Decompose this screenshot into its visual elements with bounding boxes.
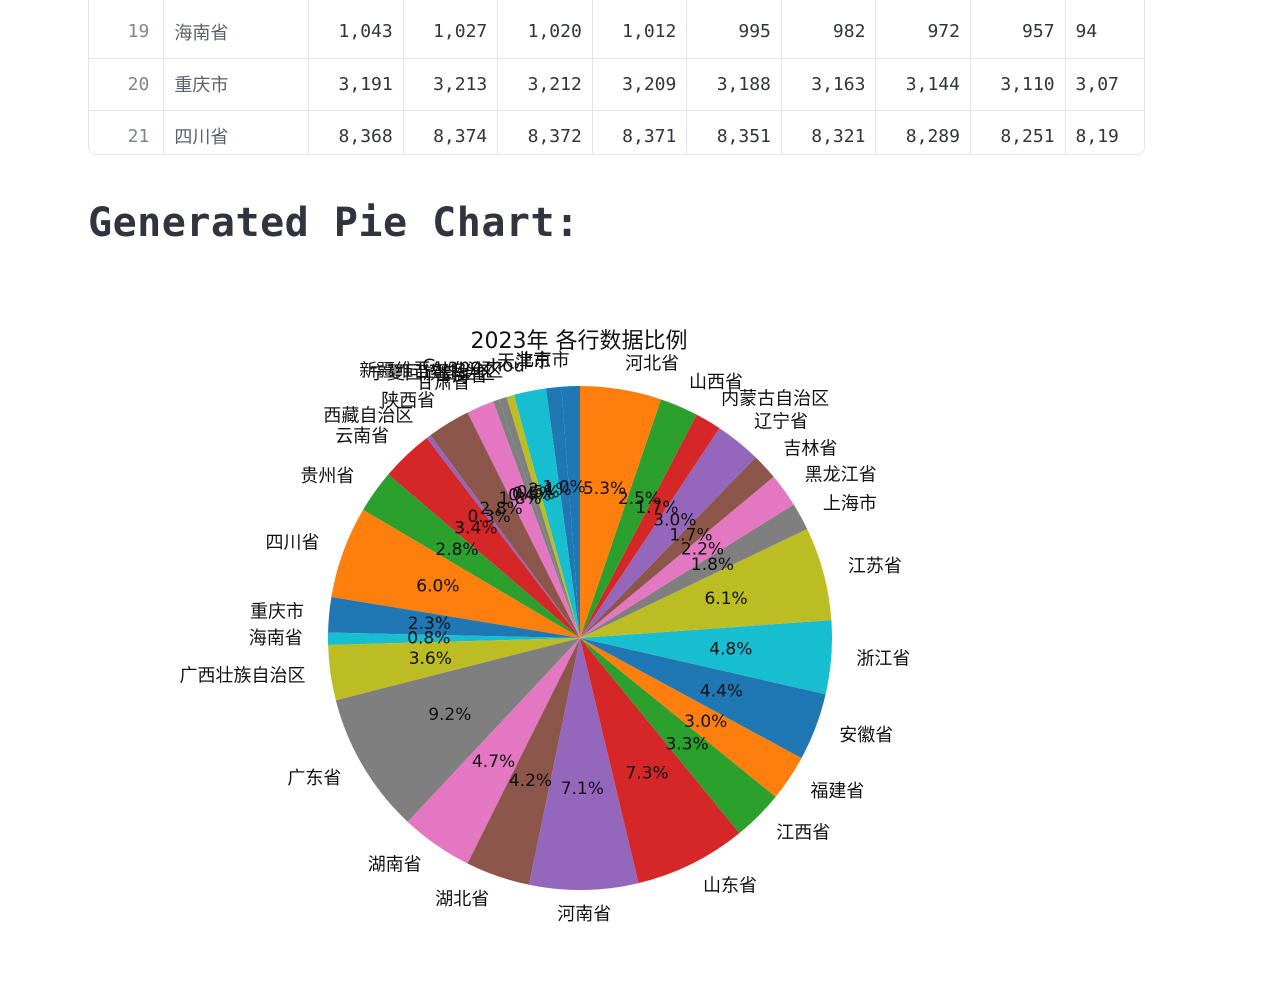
- value-cell: 1,027: [403, 0, 499, 59]
- slice-percent: 3.0%: [684, 712, 727, 732]
- slice-label: 重庆市: [250, 601, 304, 622]
- value-cell: 972: [875, 0, 971, 59]
- slice-label: 上海市: [823, 493, 877, 514]
- slice-percent: 5.3%: [583, 479, 626, 499]
- slice-label: 海南省: [249, 628, 303, 649]
- value-cell: 995: [686, 0, 782, 59]
- slice-percent: 9.2%: [428, 705, 471, 725]
- value-cell: 3,213: [403, 58, 499, 111]
- slice-label: 山东省: [703, 875, 757, 896]
- value-cell: 8,372: [497, 110, 593, 154]
- value-cell: 8,374: [403, 110, 499, 154]
- value-cell: 8,289: [875, 110, 971, 154]
- value-cell: 957: [970, 0, 1066, 59]
- slice-percent: 4.7%: [472, 752, 515, 772]
- slice-label: 广东省: [287, 768, 341, 789]
- value-cell: 8,321: [781, 110, 877, 154]
- value-cell: 982: [781, 0, 877, 59]
- pie-chart: 2023年 各行数据比例 北京市天津市Guangzhou新疆维吾尔自治区宁夏回族…: [180, 329, 911, 925]
- slice-label: 湖南省: [368, 855, 422, 876]
- value-cell: 3,144: [875, 58, 971, 111]
- value-cell: 8,19: [1065, 110, 1144, 154]
- value-cell: 8,371: [592, 110, 688, 154]
- slice-label: 辽宁省: [754, 411, 808, 432]
- slice-label: 安徽省: [839, 725, 893, 746]
- value-cell: 3,191: [308, 58, 404, 111]
- slice-label: 广西壮族自治区: [180, 665, 306, 686]
- value-cell: 3,163: [781, 58, 877, 111]
- province-cell: 四川省: [163, 110, 310, 154]
- value-cell: 3,110: [970, 58, 1066, 111]
- slice-percent: 3.4%: [454, 518, 497, 538]
- slice-label: 云南省: [335, 426, 389, 447]
- table-row: 21 四川省 8,368 8,374 8,372 8,371 8,351 8,321 8,289…: [89, 110, 1144, 154]
- slice-percent: 7.3%: [625, 764, 668, 784]
- slice-percent: 4.2%: [509, 771, 552, 791]
- slice-label: 山西省: [689, 372, 743, 393]
- slice-percent: 0.8%: [407, 629, 450, 649]
- slice-label: 河北省: [625, 354, 679, 375]
- data-table-body: 19 海南省 1,043 1,027 1,020 1,012 995 982 972 957 94 2…: [89, 0, 1144, 154]
- row-index: 20: [89, 58, 165, 111]
- chart-title: 2023年 各行数据比例: [471, 329, 688, 354]
- value-cell: 8,351: [686, 110, 782, 154]
- value-cell: 3,188: [686, 58, 782, 111]
- slice-label: 吉林省: [783, 439, 837, 460]
- slice-label: 西藏自治区: [323, 406, 413, 427]
- slice-label: 江西省: [776, 823, 830, 844]
- row-index: 19: [89, 0, 165, 59]
- value-cell: 3,209: [592, 58, 688, 111]
- slice-label: 江苏省: [848, 556, 902, 577]
- table-row: 19 海南省 1,043 1,027 1,020 1,012 995 982 972 957 94: [89, 0, 1144, 59]
- row-index: 21: [89, 110, 165, 154]
- data-table: 19 海南省 1,043 1,027 1,020 1,012 995 982 972 957 94 2…: [88, 0, 1145, 155]
- slice-percent: 7.1%: [561, 779, 604, 799]
- section-heading: Generated Pie Chart:: [88, 200, 580, 246]
- table-row: 20 重庆市 3,191 3,213 3,212 3,209 3,188 3,163 3,144…: [89, 58, 1144, 111]
- slice-label: 浙江省: [856, 648, 910, 669]
- slice-percent: 2.8%: [435, 540, 478, 560]
- slice-label: 湖北省: [435, 889, 489, 910]
- slice-percent: 4.8%: [709, 640, 752, 660]
- slice-percent: 6.0%: [416, 576, 459, 596]
- province-cell: 海南省: [163, 0, 310, 59]
- value-cell: 8,368: [308, 110, 404, 154]
- slice-label: 贵州省: [300, 466, 354, 487]
- slice-percent: 3.3%: [665, 735, 708, 755]
- value-cell: 8,251: [970, 110, 1066, 154]
- value-cell: 94: [1065, 0, 1144, 59]
- value-cell: 1,043: [308, 0, 404, 59]
- value-cell: 3,07: [1065, 58, 1144, 111]
- slice-percent: 4.4%: [700, 681, 743, 701]
- slice-percent: 6.1%: [704, 589, 747, 609]
- slice-label: 福建省: [810, 781, 864, 802]
- slice-percent: 3.6%: [409, 649, 452, 669]
- province-cell: 重庆市: [163, 58, 310, 111]
- value-cell: 3,212: [497, 58, 593, 111]
- value-cell: 1,012: [592, 0, 688, 59]
- pie-slices: [328, 386, 833, 890]
- slice-label: 黑龙江省: [805, 465, 877, 486]
- slice-label: 河南省: [557, 904, 611, 925]
- slice-label: 四川省: [266, 532, 320, 553]
- value-cell: 1,020: [497, 0, 593, 59]
